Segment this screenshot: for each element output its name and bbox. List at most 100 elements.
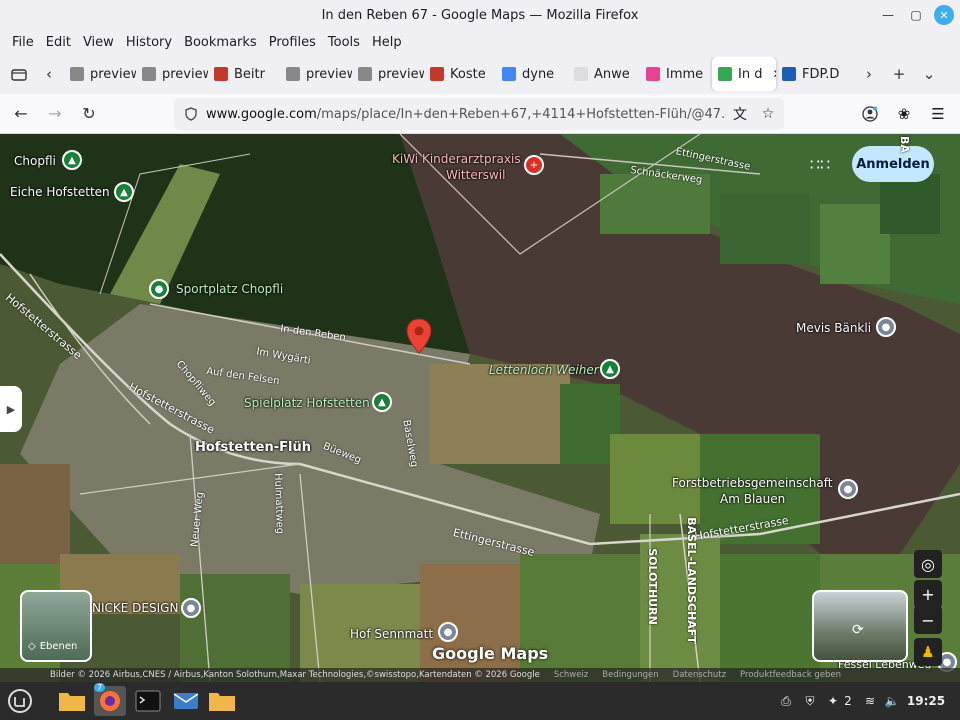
maximize-icon[interactable]: ▢: [906, 5, 926, 25]
hiking-pin-icon[interactable]: ▲: [62, 150, 82, 170]
place-label-eiche[interactable]: Eiche Hofstetten: [10, 185, 110, 199]
tab-label: dyne: [522, 66, 555, 82]
menu-view[interactable]: View: [77, 35, 120, 50]
minimize-icon[interactable]: —: [878, 5, 898, 25]
pegman-icon[interactable]: ♟: [914, 638, 942, 666]
new-tab-icon[interactable]: +: [884, 59, 914, 89]
attribution-text: Bilder © 2026 Airbus,CNES / Airbus,Kanto…: [50, 670, 540, 680]
place-label-spielplatz[interactable]: Spielplatz Hofstetten: [244, 396, 370, 410]
place-label-sennmatt[interactable]: Hof Sennmatt: [350, 627, 433, 641]
tree-pin-icon[interactable]: ▲: [114, 182, 134, 202]
tab-0[interactable]: preview-: [64, 57, 136, 91]
bench-pin-icon[interactable]: ●: [876, 317, 896, 337]
my-location-button[interactable]: ◎: [914, 550, 942, 578]
menu-bookmarks[interactable]: Bookmarks: [178, 35, 263, 50]
fdp-icon: [782, 67, 796, 81]
tab-2[interactable]: Beitr: [208, 57, 280, 91]
tab-label: Imme: [666, 66, 704, 82]
street-view-thumbnail[interactable]: ⟳: [812, 590, 908, 662]
link-terms[interactable]: Bedingungen: [602, 670, 658, 680]
files-icon[interactable]: [56, 686, 88, 716]
medical-pin-icon[interactable]: +: [524, 155, 544, 175]
zoom-out-button[interactable]: −: [914, 606, 942, 634]
notifications-count: 2: [844, 694, 852, 708]
shield-icon[interactable]: ⛨: [800, 690, 820, 712]
link-privacy[interactable]: Datenschutz: [673, 670, 726, 680]
tab-10[interactable]: FDP.D: [776, 57, 848, 91]
menu-file[interactable]: File: [6, 35, 40, 50]
reload-icon[interactable]: ↻: [72, 98, 106, 130]
close-window-icon[interactable]: ✕: [934, 5, 954, 25]
volume-icon[interactable]: 🔈: [882, 690, 902, 712]
scroll-tabs-right-icon[interactable]: ›: [854, 59, 884, 89]
place-label-mevis[interactable]: Mevis Bänkli: [796, 321, 871, 335]
street-label: Hulmattweg: [271, 472, 286, 535]
link-feedback[interactable]: Produktfeedback geben: [740, 670, 841, 680]
sign-in-button[interactable]: Anmelden: [852, 146, 934, 182]
url-bar[interactable]: www.google.com/maps/place/In+den+Reben+6…: [174, 98, 784, 130]
place-label-forst-2[interactable]: Am Blauen: [720, 492, 785, 506]
scroll-tabs-left-icon[interactable]: ‹: [34, 59, 64, 89]
mint-menu-icon[interactable]: [4, 686, 36, 716]
forward-icon[interactable]: →: [38, 98, 72, 130]
tab-3[interactable]: preview-: [280, 57, 352, 91]
tab-1[interactable]: preview-: [136, 57, 208, 91]
google-icon: [502, 67, 516, 81]
firefox-taskbar-icon[interactable]: 7: [94, 683, 126, 716]
rotate-360-icon: ⟳: [852, 622, 864, 638]
place-label-kiwi-town[interactable]: Witterswil: [446, 168, 505, 182]
translate-icon[interactable]: 文: [730, 104, 750, 124]
extensions-icon[interactable]: ❀: [888, 98, 920, 130]
site-security-icon[interactable]: [180, 103, 202, 125]
menu-profiles[interactable]: Profiles: [263, 35, 322, 50]
menu-tools[interactable]: Tools: [322, 35, 366, 50]
clipboard-icon[interactable]: ⎙: [776, 690, 796, 712]
notifications-icon[interactable]: ✦: [824, 690, 842, 712]
place-label-forst[interactable]: Forstbetriebsgemeinschaft: [672, 476, 832, 490]
place-label-chopfli[interactable]: Chopfli: [14, 154, 56, 168]
terminal-icon[interactable]: [132, 686, 164, 716]
menu-help[interactable]: Help: [366, 35, 408, 50]
pinwheel-icon: [646, 67, 660, 81]
bookmark-icon: [214, 67, 228, 81]
sports-pin-icon[interactable]: ●: [149, 279, 169, 299]
expand-side-panel-button[interactable]: ▶: [0, 386, 22, 432]
tab-8[interactable]: Imme: [640, 57, 712, 91]
farm-pin-icon[interactable]: ●: [438, 622, 458, 642]
forest-pin-icon[interactable]: ●: [838, 479, 858, 499]
menu-history[interactable]: History: [120, 35, 178, 50]
tab-9[interactable]: In d✕: [712, 57, 776, 91]
link-country[interactable]: Schweiz: [554, 670, 588, 680]
tab-5[interactable]: Koste: [424, 57, 496, 91]
account-icon[interactable]: [854, 98, 886, 130]
selected-location-marker[interactable]: [406, 318, 432, 354]
layers-button[interactable]: ◇ Ebenen: [20, 590, 92, 662]
maps-pin-icon: [718, 67, 732, 81]
google-apps-icon[interactable]: ∷∷: [808, 152, 832, 176]
tab-6[interactable]: dyne: [496, 57, 568, 91]
place-label-sportplatz[interactable]: Sportplatz Chopfli: [176, 282, 283, 296]
town-label-hofstetten[interactable]: Hofstetten-Flüh: [195, 440, 311, 455]
url-domain: www.google.com: [206, 106, 317, 122]
pond-pin-icon[interactable]: ▲: [600, 359, 620, 379]
app-menu-icon[interactable]: ☰: [922, 98, 954, 130]
place-label-nicke[interactable]: NICKE DESIGN: [92, 601, 178, 615]
back-icon[interactable]: ←: [4, 98, 38, 130]
place-label-kiwi[interactable]: KiWi Kinderarztpraxis: [392, 152, 521, 166]
clock[interactable]: 19:25: [906, 690, 946, 712]
map-canvas[interactable]: ∷∷ Anmelden Chopfli ▲ Eiche Hofstetten ▲…: [0, 134, 960, 682]
mail-icon[interactable]: [170, 686, 202, 716]
place-label-lettenloch[interactable]: Lettenloch Weiher: [489, 363, 599, 377]
folder-icon[interactable]: [206, 686, 238, 716]
bookmark-star-icon[interactable]: ☆: [758, 104, 778, 124]
menu-edit[interactable]: Edit: [40, 35, 77, 50]
playground-pin-icon[interactable]: ▲: [372, 392, 392, 412]
zoom-in-button[interactable]: +: [914, 580, 942, 608]
tab-7[interactable]: Anwe: [568, 57, 640, 91]
tab-overview-icon[interactable]: [4, 59, 34, 89]
wifi-icon[interactable]: ≋: [860, 690, 880, 712]
tab-strip: ‹ preview-preview- Beitr preview-preview- K…: [0, 54, 960, 94]
list-all-tabs-icon[interactable]: ⌄: [914, 59, 944, 89]
business-pin-icon[interactable]: ●: [181, 598, 201, 618]
tab-4[interactable]: preview-: [352, 57, 424, 91]
